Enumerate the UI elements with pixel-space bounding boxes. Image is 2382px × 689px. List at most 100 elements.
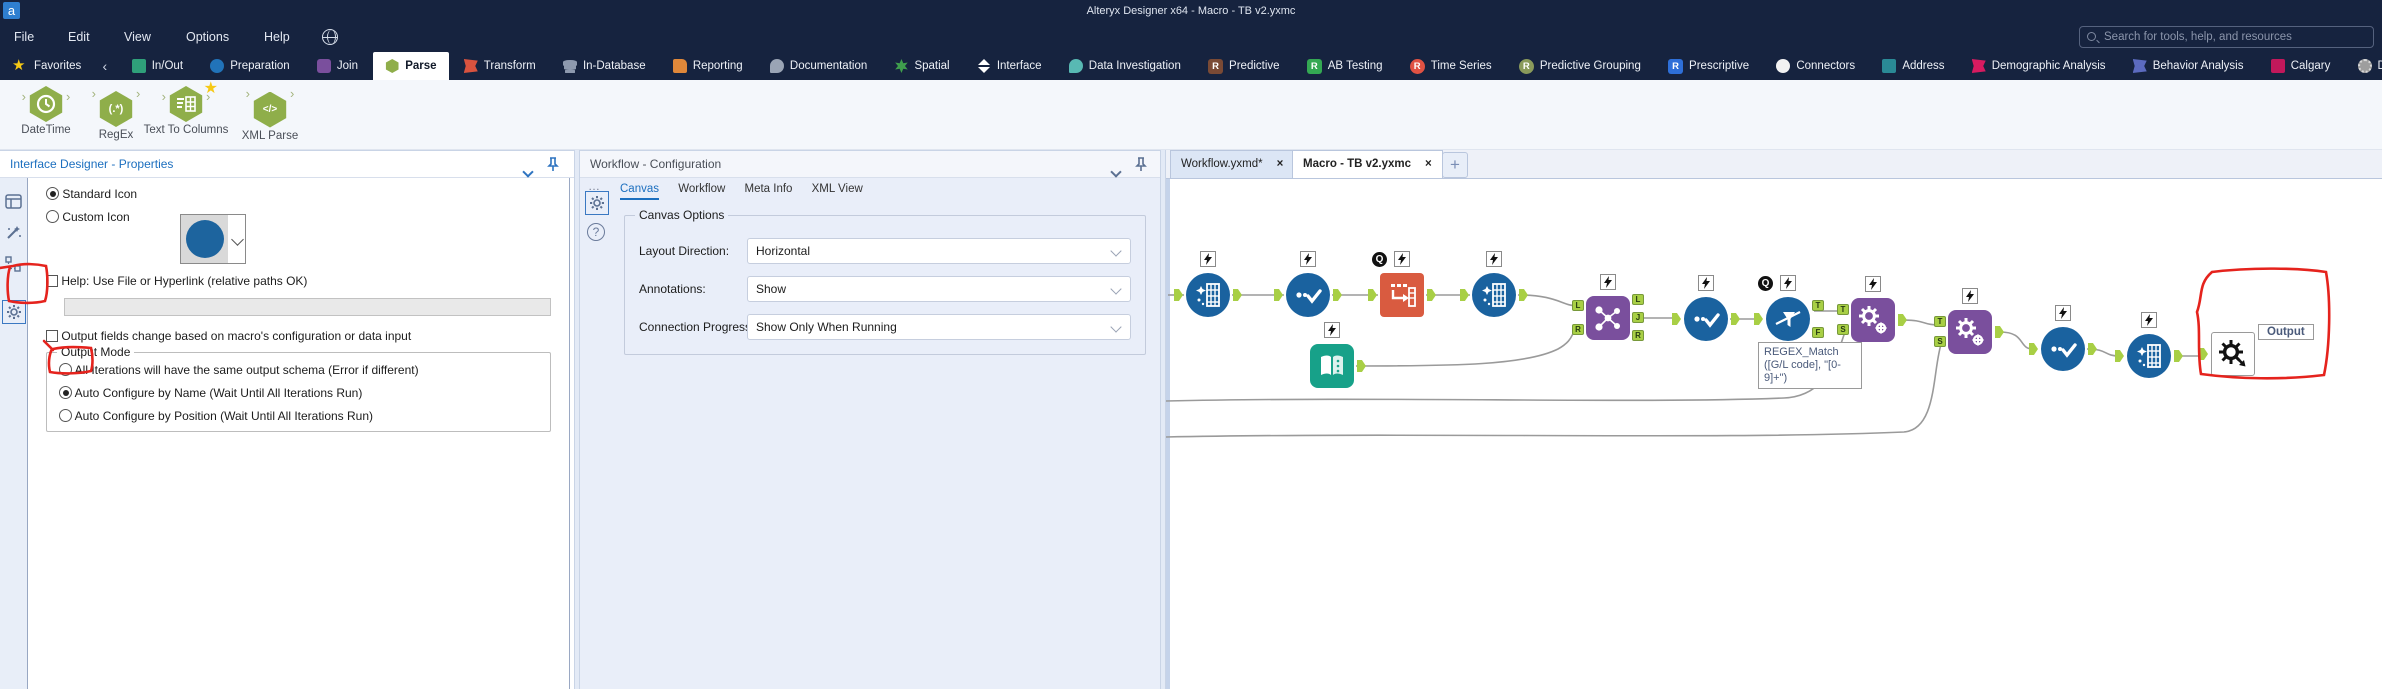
node-data-cleansing[interactable]	[2115, 312, 2183, 378]
annotations-select[interactable]: Show	[747, 276, 1131, 302]
palette-tool-xml-parse[interactable]: ›</>› XML Parse	[226, 86, 314, 143]
output-fields-checkbox[interactable]: Output fields change based on macro's co…	[46, 329, 411, 343]
ribbon-category-predictive-grouping[interactable]: R Predictive Grouping	[1507, 52, 1653, 80]
menu-help[interactable]: Help	[258, 22, 296, 52]
output-anchor-T[interactable]: T	[1812, 300, 1824, 311]
new-tab-button[interactable]: +	[1442, 152, 1468, 178]
output-anchor[interactable]	[2088, 343, 2097, 355]
document-tab-workflow[interactable]: Workflow.yxmd* ×	[1170, 150, 1295, 178]
input-anchor-T[interactable]: T	[1837, 304, 1849, 315]
ribbon-category-preparation[interactable]: Preparation	[198, 52, 301, 80]
custom-icon-radio[interactable]: Custom Icon	[46, 210, 130, 224]
pin-icon[interactable]	[546, 157, 562, 172]
output-anchor[interactable]	[2174, 350, 2183, 362]
collapse-chevron-icon[interactable]	[522, 159, 540, 178]
ribbon-category-join[interactable]: Join	[305, 52, 370, 80]
ribbon-category-reporting[interactable]: Reporting	[661, 52, 755, 80]
menu-file[interactable]: File	[8, 22, 40, 52]
menu-options[interactable]: Options	[180, 22, 235, 52]
icon-preview[interactable]	[180, 214, 246, 264]
ribbon-category-address[interactable]: Address	[1870, 52, 1956, 80]
chevron-down-icon[interactable]	[231, 233, 244, 246]
ribbon-category-developer[interactable]: Developer	[2346, 52, 2382, 80]
ribbon-category-ab-testing[interactable]: R AB Testing	[1295, 52, 1395, 80]
ribbon-category-documentation[interactable]: Documentation	[758, 52, 879, 80]
ribbon-category-prescriptive[interactable]: R Prescriptive	[1656, 52, 1761, 80]
close-icon[interactable]: ×	[1425, 158, 1432, 170]
output-anchor[interactable]	[1519, 289, 1528, 301]
input-anchor[interactable]	[1672, 313, 1681, 325]
input-anchor[interactable]	[2199, 348, 2208, 360]
output-anchor[interactable]	[1357, 360, 1366, 372]
help-checkbox[interactable]: Help: Use File or Hyperlink (relative pa…	[46, 274, 307, 288]
node-macro-output[interactable]	[2199, 332, 2255, 376]
output-mode-option-1[interactable]: All Iterations will have the same output…	[59, 363, 419, 377]
layout-direction-select[interactable]: Horizontal	[747, 238, 1131, 264]
input-anchor-R[interactable]: R	[1572, 324, 1584, 335]
input-anchor[interactable]	[1274, 289, 1283, 301]
configuration-gear-icon[interactable]	[585, 191, 609, 215]
input-anchor-S[interactable]: S	[1837, 324, 1849, 335]
tab-meta-info[interactable]: Meta Info	[744, 183, 792, 198]
help-question-icon[interactable]: ?	[587, 223, 605, 241]
properties-gear-icon[interactable]	[2, 300, 26, 324]
ribbon-category-favorites[interactable]: ★ Favorites	[0, 52, 93, 80]
standard-icon-radio[interactable]: Standard Icon	[46, 187, 137, 201]
output-anchor-R[interactable]: R	[1632, 330, 1644, 341]
output-anchor[interactable]	[1233, 289, 1242, 301]
output-anchor-J[interactable]: J	[1632, 312, 1644, 323]
node-unique[interactable]	[2029, 305, 2097, 371]
ribbon-category-data-investigation[interactable]: Data Investigation	[1057, 52, 1193, 80]
output-mode-option-3[interactable]: Auto Configure by Position (Wait Until A…	[59, 409, 373, 423]
node-filter[interactable]: Q T F	[1754, 275, 1824, 341]
ribbon-category-indatabase[interactable]: In-Database	[551, 52, 658, 80]
ribbon-category-transform[interactable]: Transform	[452, 52, 548, 80]
node-batch-macro[interactable]: T S	[1837, 276, 1907, 342]
menu-view[interactable]: View	[118, 22, 157, 52]
input-anchor[interactable]	[1754, 313, 1763, 325]
output-mode-option-2[interactable]: Auto Configure by Name (Wait Until All I…	[59, 386, 362, 400]
tree-view-icon[interactable]	[5, 256, 23, 274]
ribbon-category-predictive[interactable]: R Predictive	[1196, 52, 1292, 80]
input-anchor-T[interactable]: T	[1934, 316, 1946, 327]
connection-progress-select[interactable]: Show Only When Running	[747, 314, 1131, 340]
help-path-input[interactable]	[64, 298, 551, 316]
node-join[interactable]: L R L J R	[1572, 274, 1644, 341]
tab-workflow[interactable]: Workflow	[678, 183, 725, 198]
node-unique[interactable]	[1672, 275, 1740, 341]
input-anchor-S[interactable]: S	[1934, 336, 1946, 347]
ribbon-category-spatial[interactable]: Spatial	[882, 52, 961, 80]
globe-icon[interactable]	[322, 29, 338, 45]
ribbon-category-calgary[interactable]: Calgary	[2259, 52, 2343, 80]
input-anchor[interactable]	[1368, 289, 1377, 301]
tab-xml-view[interactable]: XML View	[812, 183, 863, 198]
output-anchor[interactable]	[1333, 289, 1342, 301]
menu-edit[interactable]: Edit	[62, 22, 96, 52]
wizard-wand-icon[interactable]	[5, 224, 23, 242]
output-anchor[interactable]	[1995, 326, 2004, 338]
node-unique[interactable]	[1274, 251, 1342, 317]
search-input[interactable]: Search for tools, help, and resources	[2079, 26, 2374, 48]
input-anchor[interactable]	[1174, 289, 1183, 301]
ribbon-category-time-series[interactable]: R Time Series	[1398, 52, 1504, 80]
ribbon-category-parse[interactable]: Parse	[373, 52, 449, 80]
layout-icon[interactable]	[5, 194, 23, 212]
input-anchor[interactable]	[2115, 350, 2124, 362]
palette-tool-text-to-columns[interactable]: › ★ › Text To Columns	[142, 80, 230, 137]
output-anchor-F[interactable]: F	[1812, 327, 1824, 338]
collapse-chevron-icon[interactable]	[1110, 159, 1128, 178]
input-anchor[interactable]	[1460, 289, 1469, 301]
ribbon-category-behavior-analysis[interactable]: Behavior Analysis	[2121, 52, 2256, 80]
output-anchor[interactable]	[1427, 289, 1436, 301]
output-anchor[interactable]	[1731, 313, 1740, 325]
node-arrange[interactable]: Q	[1368, 251, 1436, 317]
tab-canvas[interactable]: Canvas	[620, 183, 659, 200]
input-anchor-L[interactable]: L	[1572, 300, 1584, 311]
ribbon-category-inout[interactable]: In/Out	[120, 52, 195, 80]
tool-annotation[interactable]: REGEX_Match ([G/L code], "[0-9]+")	[1758, 342, 1862, 389]
node-data-cleansing[interactable]	[1174, 251, 1242, 317]
document-tab-macro[interactable]: Macro - TB v2.yxmc ×	[1292, 150, 1443, 178]
workflow-canvas[interactable]: Q L R L J R Q T F T S T S Output REGEX_M…	[1166, 178, 2382, 689]
ribbon-category-interface[interactable]: Interface	[965, 52, 1054, 80]
ribbon-category-demographic-analysis[interactable]: Demographic Analysis	[1960, 52, 2118, 80]
